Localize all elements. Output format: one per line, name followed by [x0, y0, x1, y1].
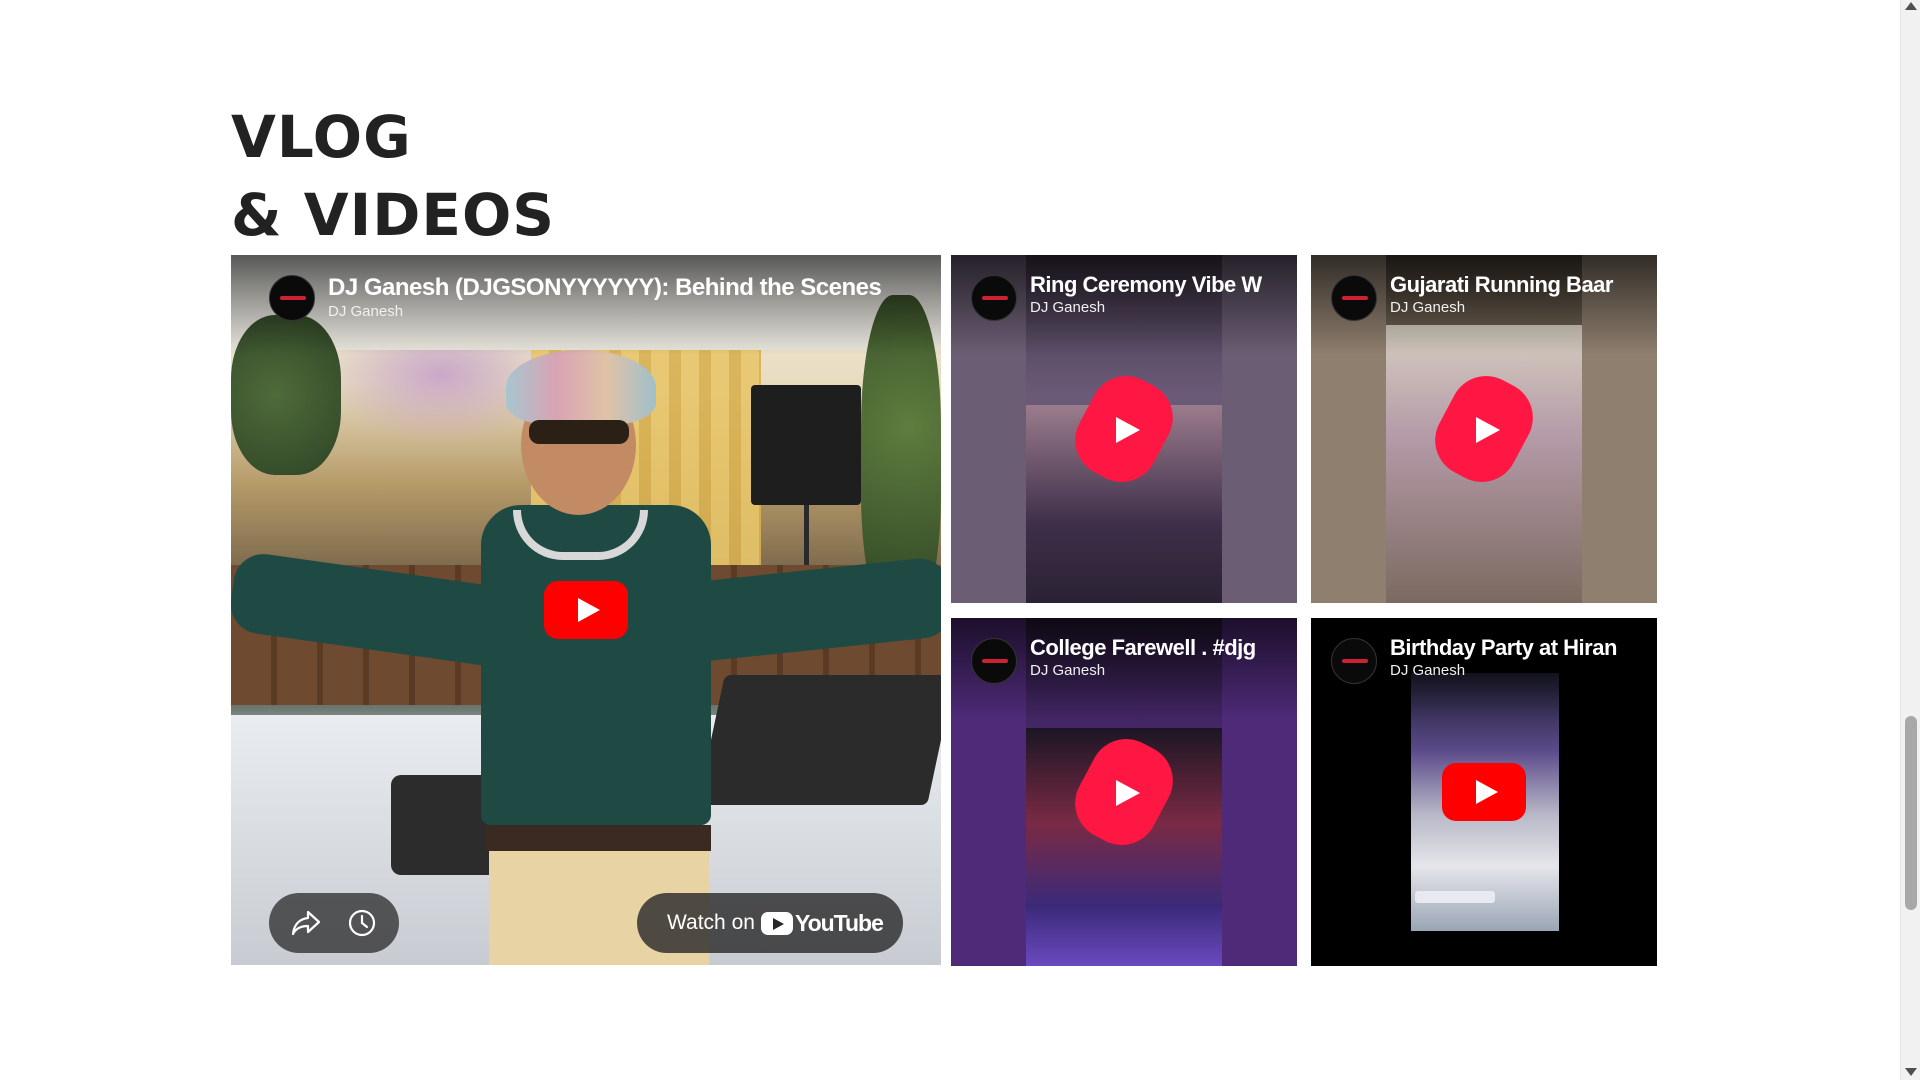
video-title[interactable]: DJ Ganesh (DJGSONYYYYYY): Behind the Sce… [328, 272, 926, 304]
shorts-play-icon[interactable] [1062, 363, 1186, 495]
video-author[interactable]: DJ Ganesh [328, 303, 403, 320]
video-author[interactable]: DJ Ganesh [1030, 662, 1105, 679]
channel-avatar[interactable] [1331, 638, 1377, 684]
youtube-logo-icon: YouTube [760, 909, 884, 937]
shorts-play-icon[interactable] [1422, 363, 1546, 495]
channel-avatar[interactable] [971, 638, 1017, 684]
share-icon[interactable] [291, 909, 321, 937]
play-icon[interactable] [544, 581, 628, 639]
video-embed-4[interactable]: Birthday Party at Hiran DJ Ganesh [1311, 618, 1657, 966]
youtube-brand-label: YouTube [794, 909, 884, 936]
video-embed-main[interactable]: DJ Ganesh (DJGSONYYYYYY): Behind the Sce… [231, 255, 941, 965]
video-title[interactable]: Ring Ceremony Vibe W [1030, 270, 1280, 300]
scrollbar-thumb[interactable] [1905, 716, 1917, 910]
heading-line-2: & VIDEOS [231, 181, 556, 249]
video-title[interactable]: Birthday Party at Hiran [1390, 633, 1640, 663]
page-scrollbar[interactable] [1900, 0, 1920, 1080]
video-author[interactable]: DJ Ganesh [1030, 299, 1105, 316]
video-embed-short-1[interactable]: Ring Ceremony Vibe W DJ Ganesh [951, 255, 1297, 603]
video-title[interactable]: College Farewell . #djg [1030, 633, 1280, 663]
video-embed-short-3[interactable]: College Farewell . #djg DJ Ganesh [951, 618, 1297, 966]
clock-icon[interactable] [347, 908, 377, 938]
video-title[interactable]: Gujarati Running Baar [1390, 270, 1640, 300]
scroll-up-arrow-icon[interactable] [1905, 2, 1917, 10]
watch-on-youtube-button[interactable]: Watch on YouTube [637, 893, 903, 953]
video-author[interactable]: DJ Ganesh [1390, 299, 1465, 316]
channel-avatar[interactable] [1331, 275, 1377, 321]
play-icon[interactable] [1442, 763, 1526, 821]
channel-avatar[interactable] [269, 275, 315, 321]
youtube-play-mark-icon [760, 911, 793, 935]
video-author[interactable]: DJ Ganesh [1390, 662, 1465, 679]
watch-on-label: Watch on [667, 911, 755, 934]
page: VLOG & VIDEOS DJ Ganesh (DJGSONYYYYYY): … [0, 0, 1900, 1080]
heading-line-1: VLOG [231, 103, 412, 171]
video-embed-short-2[interactable]: Gujarati Running Baar DJ Ganesh [1311, 255, 1657, 603]
section-heading: VLOG & VIDEOS [231, 98, 555, 254]
channel-avatar[interactable] [971, 275, 1017, 321]
shorts-play-icon[interactable] [1062, 726, 1186, 858]
video-actions [269, 893, 399, 953]
scroll-down-arrow-icon[interactable] [1905, 1068, 1917, 1076]
